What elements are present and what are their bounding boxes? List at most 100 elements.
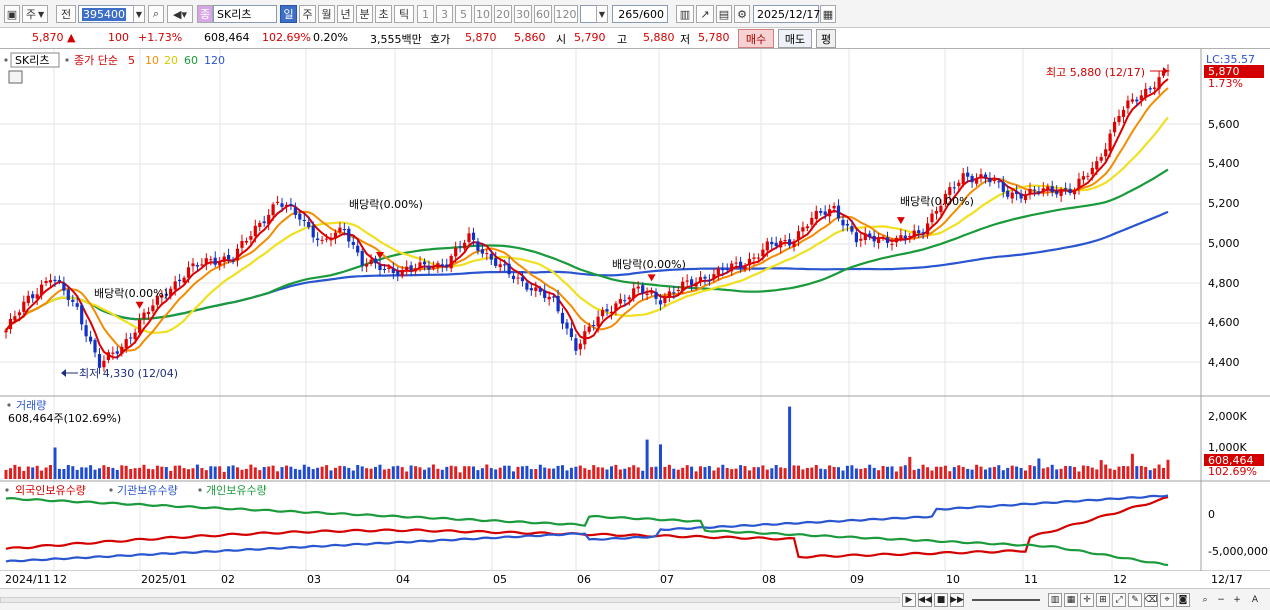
candle-body <box>694 282 698 287</box>
quote-bar: 5,870 ▲ 100 +1.73% 608,464 102.69% 0.20%… <box>0 28 1270 49</box>
volume-bar <box>574 466 578 479</box>
candle-body <box>173 281 177 290</box>
gear-icon[interactable]: ⚙ <box>734 5 750 23</box>
volume-bar <box>948 471 952 479</box>
period-month-tab[interactable]: 월 <box>318 5 335 23</box>
volume-bar <box>449 465 453 479</box>
stock-code-input[interactable]: 395400 <box>78 5 136 23</box>
ruler-icon[interactable]: ⊞ <box>1096 593 1110 607</box>
volume-bar <box>1077 471 1081 479</box>
trend-icon[interactable]: ⤢ <box>1112 593 1126 607</box>
volume-bar <box>512 471 515 479</box>
candle-body <box>26 295 30 304</box>
buy-button[interactable]: 매수 <box>738 29 774 48</box>
candle-body <box>543 290 547 298</box>
prev-button[interactable]: 전 <box>56 5 76 23</box>
volume-bar <box>1032 466 1036 479</box>
candle-body <box>369 259 373 264</box>
indicator-settings-icon[interactable]: ▥ <box>676 5 694 23</box>
interval-20-button[interactable]: 20 <box>494 5 512 23</box>
candle-body <box>796 231 801 240</box>
volume-bar <box>921 464 925 479</box>
volume-bar <box>681 467 685 479</box>
period-week-tab[interactable]: 주 <box>299 5 316 23</box>
draw-line-icon[interactable]: ↗ <box>696 5 714 23</box>
period-unit-select[interactable]: 주 ▼ <box>22 5 48 23</box>
dividend-label: 배당락(0.00%) <box>349 198 423 211</box>
pen-icon[interactable]: ✎ <box>1128 593 1142 607</box>
font-size-icon[interactable]: A <box>1248 593 1262 607</box>
interval-10-button[interactable]: 10 <box>474 5 492 23</box>
erase-icon[interactable]: ⌫ <box>1144 593 1158 607</box>
candle-body <box>62 283 66 291</box>
y-tick: 5,600 <box>1208 118 1240 131</box>
interval-60-button[interactable]: 60 <box>534 5 552 23</box>
speaker-icon[interactable]: ◀▾ <box>167 5 193 23</box>
candle-body <box>351 242 355 245</box>
stock-name-field[interactable]: SK리츠 <box>213 5 277 23</box>
volume-bar <box>138 467 142 479</box>
candle-body <box>574 338 578 351</box>
high-arrow-head <box>1163 67 1168 75</box>
zoom-icon[interactable]: ⌕ <box>1198 593 1212 607</box>
candle-body <box>213 257 217 265</box>
code-dropdown-icon[interactable]: ▼ <box>133 5 145 23</box>
fast-forward-icon[interactable]: ▶▶ <box>950 593 964 607</box>
search-icon[interactable]: ⌕ <box>148 5 164 23</box>
chart-area[interactable]: SK리츠 종가 단순 5 10 20 60 120 LC:35.57 5,870… <box>0 49 1270 595</box>
interval-3-button[interactable]: 3 <box>436 5 453 23</box>
window-icon[interactable]: ▣ <box>4 5 20 23</box>
horizontal-scrollbar[interactable] <box>0 597 900 603</box>
trade-amount: 3,555백만 <box>370 33 422 46</box>
volume-bar <box>445 466 449 479</box>
camera-icon[interactable]: ◙ <box>1176 593 1190 607</box>
interval-30-button[interactable]: 30 <box>514 5 532 23</box>
volume-bar <box>828 465 832 479</box>
interval-dropdown-icon[interactable]: ▼ <box>596 5 608 23</box>
minus-icon[interactable]: − <box>1214 593 1228 607</box>
volume-bar <box>57 468 61 479</box>
grid-icon[interactable]: ▦ <box>1064 593 1078 607</box>
crosshair-icon[interactable]: ✛ <box>1080 593 1094 607</box>
volume-ratio: 102.69% <box>262 31 311 44</box>
play-icon[interactable]: ▶ <box>902 593 916 607</box>
sell-button[interactable]: 매도 <box>778 29 812 48</box>
volume-bar <box>405 471 409 479</box>
layout-icon[interactable]: ▥ <box>1048 593 1062 607</box>
candle-body <box>752 257 756 259</box>
volume-bar <box>262 467 266 479</box>
stop-icon[interactable]: ■ <box>934 593 948 607</box>
candle-body <box>520 277 524 282</box>
rewind-icon[interactable]: ◀◀ <box>918 593 932 607</box>
calculator-icon[interactable] <box>8 70 23 84</box>
candle-body <box>761 249 765 257</box>
date-input[interactable]: 2025/12/17 <box>753 5 820 23</box>
interval-1-button[interactable]: 1 <box>417 5 434 23</box>
pin-icon[interactable]: ⌖ <box>1160 593 1174 607</box>
interval-120-button[interactable]: 120 <box>554 5 578 23</box>
panel-dot-icon <box>65 58 69 62</box>
candle-body <box>578 343 582 350</box>
interval-5-button[interactable]: 5 <box>455 5 472 23</box>
period-year-tab[interactable]: 년 <box>337 5 354 23</box>
volume-bar <box>98 468 101 479</box>
bar-count-field[interactable]: 265/600 <box>612 5 668 23</box>
save-icon[interactable]: ▤ <box>716 5 732 23</box>
volume-bar <box>35 465 39 479</box>
period-tick-tab[interactable]: 틱 <box>394 5 414 23</box>
volume-bar <box>93 469 97 479</box>
candle-body <box>115 351 119 354</box>
volume-bar <box>1086 466 1090 479</box>
candle-body <box>538 288 542 292</box>
volume-bar <box>71 466 75 479</box>
candle-body <box>200 264 204 266</box>
candle-body <box>636 286 640 289</box>
period-second-tab[interactable]: 초 <box>375 5 392 23</box>
volume-bar <box>716 467 720 479</box>
period-minute-tab[interactable]: 분 <box>356 5 373 23</box>
plus-icon[interactable]: + <box>1230 593 1244 607</box>
calendar-icon[interactable]: ▦ <box>820 5 836 23</box>
period-day-tab[interactable]: 일 <box>280 5 297 23</box>
eval-button[interactable]: 평 <box>816 29 836 48</box>
zoom-slider[interactable] <box>972 599 1040 601</box>
